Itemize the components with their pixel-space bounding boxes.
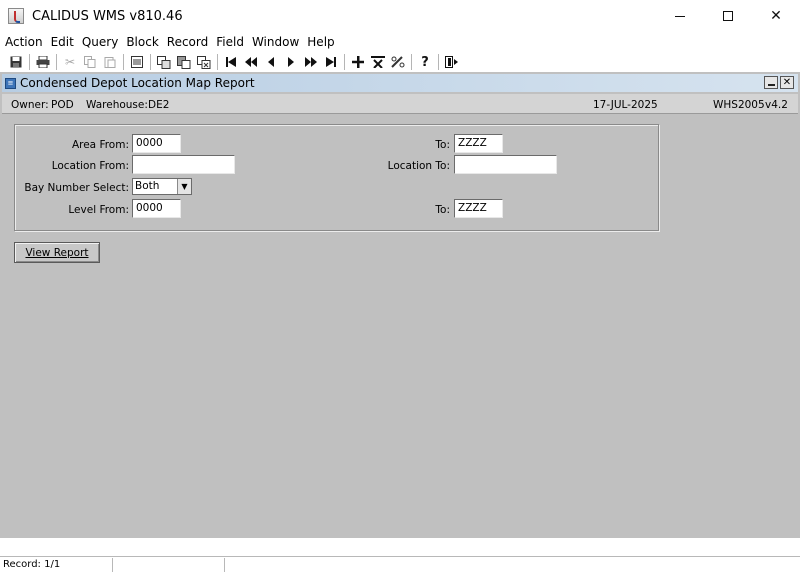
paste-icon[interactable] bbox=[100, 53, 120, 71]
bay-number-select-label: Bay Number Select: bbox=[24, 182, 129, 194]
insert-record-icon[interactable] bbox=[348, 53, 368, 71]
previous-record-icon[interactable] bbox=[261, 53, 281, 71]
inner-window-controls: ✕ bbox=[764, 76, 794, 89]
status-cell bbox=[224, 558, 225, 572]
toolbar-separator bbox=[150, 54, 151, 70]
edit-icon[interactable] bbox=[388, 53, 408, 71]
view-report-button[interactable]: View Report bbox=[14, 242, 100, 263]
mdi-workspace: ≡ Condensed Depot Location Map Report ✕ … bbox=[0, 72, 800, 538]
close-icon: ✕ bbox=[770, 8, 782, 24]
toolbar-separator bbox=[344, 54, 345, 70]
java-app-icon bbox=[8, 8, 24, 24]
bay-number-select[interactable]: Both ▼ bbox=[132, 178, 192, 195]
copy-icon[interactable] bbox=[80, 53, 100, 71]
menu-record[interactable]: Record bbox=[162, 35, 211, 49]
toolbar-separator bbox=[56, 54, 57, 70]
context-header: Owner: POD Warehouse: DE2 17-JUL-2025 WH… bbox=[2, 94, 798, 114]
report-date: 17-JUL-2025 bbox=[593, 99, 658, 111]
warehouse-value: DE2 bbox=[148, 99, 170, 111]
owner-label: Owner: bbox=[11, 99, 49, 111]
toolbar: ✂ ? bbox=[0, 52, 800, 72]
next-record-icon[interactable] bbox=[281, 53, 301, 71]
area-from-label: Area From: bbox=[71, 139, 129, 151]
module-code: WHS2005 bbox=[713, 99, 765, 111]
toolbar-separator bbox=[438, 54, 439, 70]
copy-record-icon[interactable] bbox=[154, 53, 174, 71]
menu-action[interactable]: Action bbox=[0, 35, 46, 49]
form-window-icon: ≡ bbox=[5, 77, 16, 89]
record-indicator: Record: 1/1 bbox=[3, 559, 61, 570]
help-icon[interactable]: ? bbox=[415, 53, 435, 71]
previous-block-icon[interactable] bbox=[241, 53, 261, 71]
menu-block[interactable]: Block bbox=[121, 35, 161, 49]
close-icon: ✕ bbox=[782, 76, 792, 88]
chevron-down-icon[interactable]: ▼ bbox=[177, 179, 191, 194]
level-to-input[interactable]: ZZZZ bbox=[454, 199, 503, 218]
location-to-label: Location To: bbox=[387, 160, 450, 172]
maximize-button[interactable] bbox=[704, 0, 752, 32]
inner-close-button[interactable]: ✕ bbox=[780, 76, 794, 89]
owner-value: POD bbox=[51, 99, 74, 111]
location-from-label: Location From: bbox=[51, 160, 129, 172]
maximize-icon bbox=[723, 11, 733, 21]
level-to-label: To: bbox=[435, 204, 450, 216]
area-to-label: To: bbox=[435, 139, 450, 151]
bay-number-select-value: Both bbox=[135, 180, 160, 192]
menu-help[interactable]: Help bbox=[302, 35, 337, 49]
toolbar-separator bbox=[29, 54, 30, 70]
report-parameters-panel: Area From: 0000 To: ZZZZ Location From: … bbox=[14, 124, 659, 231]
status-cell bbox=[112, 558, 113, 572]
paste-record-icon[interactable] bbox=[174, 53, 194, 71]
menu-edit[interactable]: Edit bbox=[46, 35, 77, 49]
warehouse-label: Warehouse: bbox=[86, 99, 148, 111]
next-block-icon[interactable] bbox=[301, 53, 321, 71]
toolbar-separator bbox=[123, 54, 124, 70]
print-icon[interactable] bbox=[33, 53, 53, 71]
duplicate-record-icon[interactable] bbox=[194, 53, 214, 71]
cut-icon[interactable]: ✂ bbox=[60, 53, 80, 71]
minimize-icon bbox=[675, 15, 685, 17]
minimize-button[interactable] bbox=[656, 0, 704, 32]
delete-record-icon[interactable] bbox=[368, 53, 388, 71]
inner-minimize-button[interactable] bbox=[764, 76, 778, 89]
location-to-input[interactable] bbox=[454, 155, 557, 174]
minimize-icon bbox=[767, 84, 775, 86]
toolbar-separator bbox=[217, 54, 218, 70]
inner-window-title: Condensed Depot Location Map Report bbox=[20, 76, 255, 90]
last-record-icon[interactable] bbox=[321, 53, 341, 71]
location-from-input[interactable] bbox=[132, 155, 235, 174]
window-title: CALIDUS WMS v810.46 bbox=[32, 8, 183, 24]
close-button[interactable]: ✕ bbox=[752, 0, 800, 32]
menu-bar: Action Edit Query Block Record Field Win… bbox=[0, 32, 800, 52]
level-from-label: Level From: bbox=[68, 204, 129, 216]
module-version: v4.2 bbox=[765, 99, 788, 111]
area-from-input[interactable]: 0000 bbox=[132, 134, 181, 153]
menu-window[interactable]: Window bbox=[247, 35, 302, 49]
area-to-input[interactable]: ZZZZ bbox=[454, 134, 503, 153]
status-bar: Record: 1/1 bbox=[0, 538, 800, 574]
status-divider bbox=[0, 556, 800, 557]
inner-window-title-bar: ≡ Condensed Depot Location Map Report ✕ bbox=[2, 74, 798, 92]
list-icon[interactable] bbox=[127, 53, 147, 71]
window-controls: ✕ bbox=[656, 0, 800, 32]
first-record-icon[interactable] bbox=[221, 53, 241, 71]
toolbar-separator bbox=[411, 54, 412, 70]
level-from-input[interactable]: 0000 bbox=[132, 199, 181, 218]
title-bar: CALIDUS WMS v810.46 ✕ bbox=[0, 0, 800, 32]
menu-field[interactable]: Field bbox=[211, 35, 247, 49]
save-icon[interactable] bbox=[6, 53, 26, 71]
menu-query[interactable]: Query bbox=[77, 35, 121, 49]
exit-icon[interactable] bbox=[442, 53, 462, 71]
